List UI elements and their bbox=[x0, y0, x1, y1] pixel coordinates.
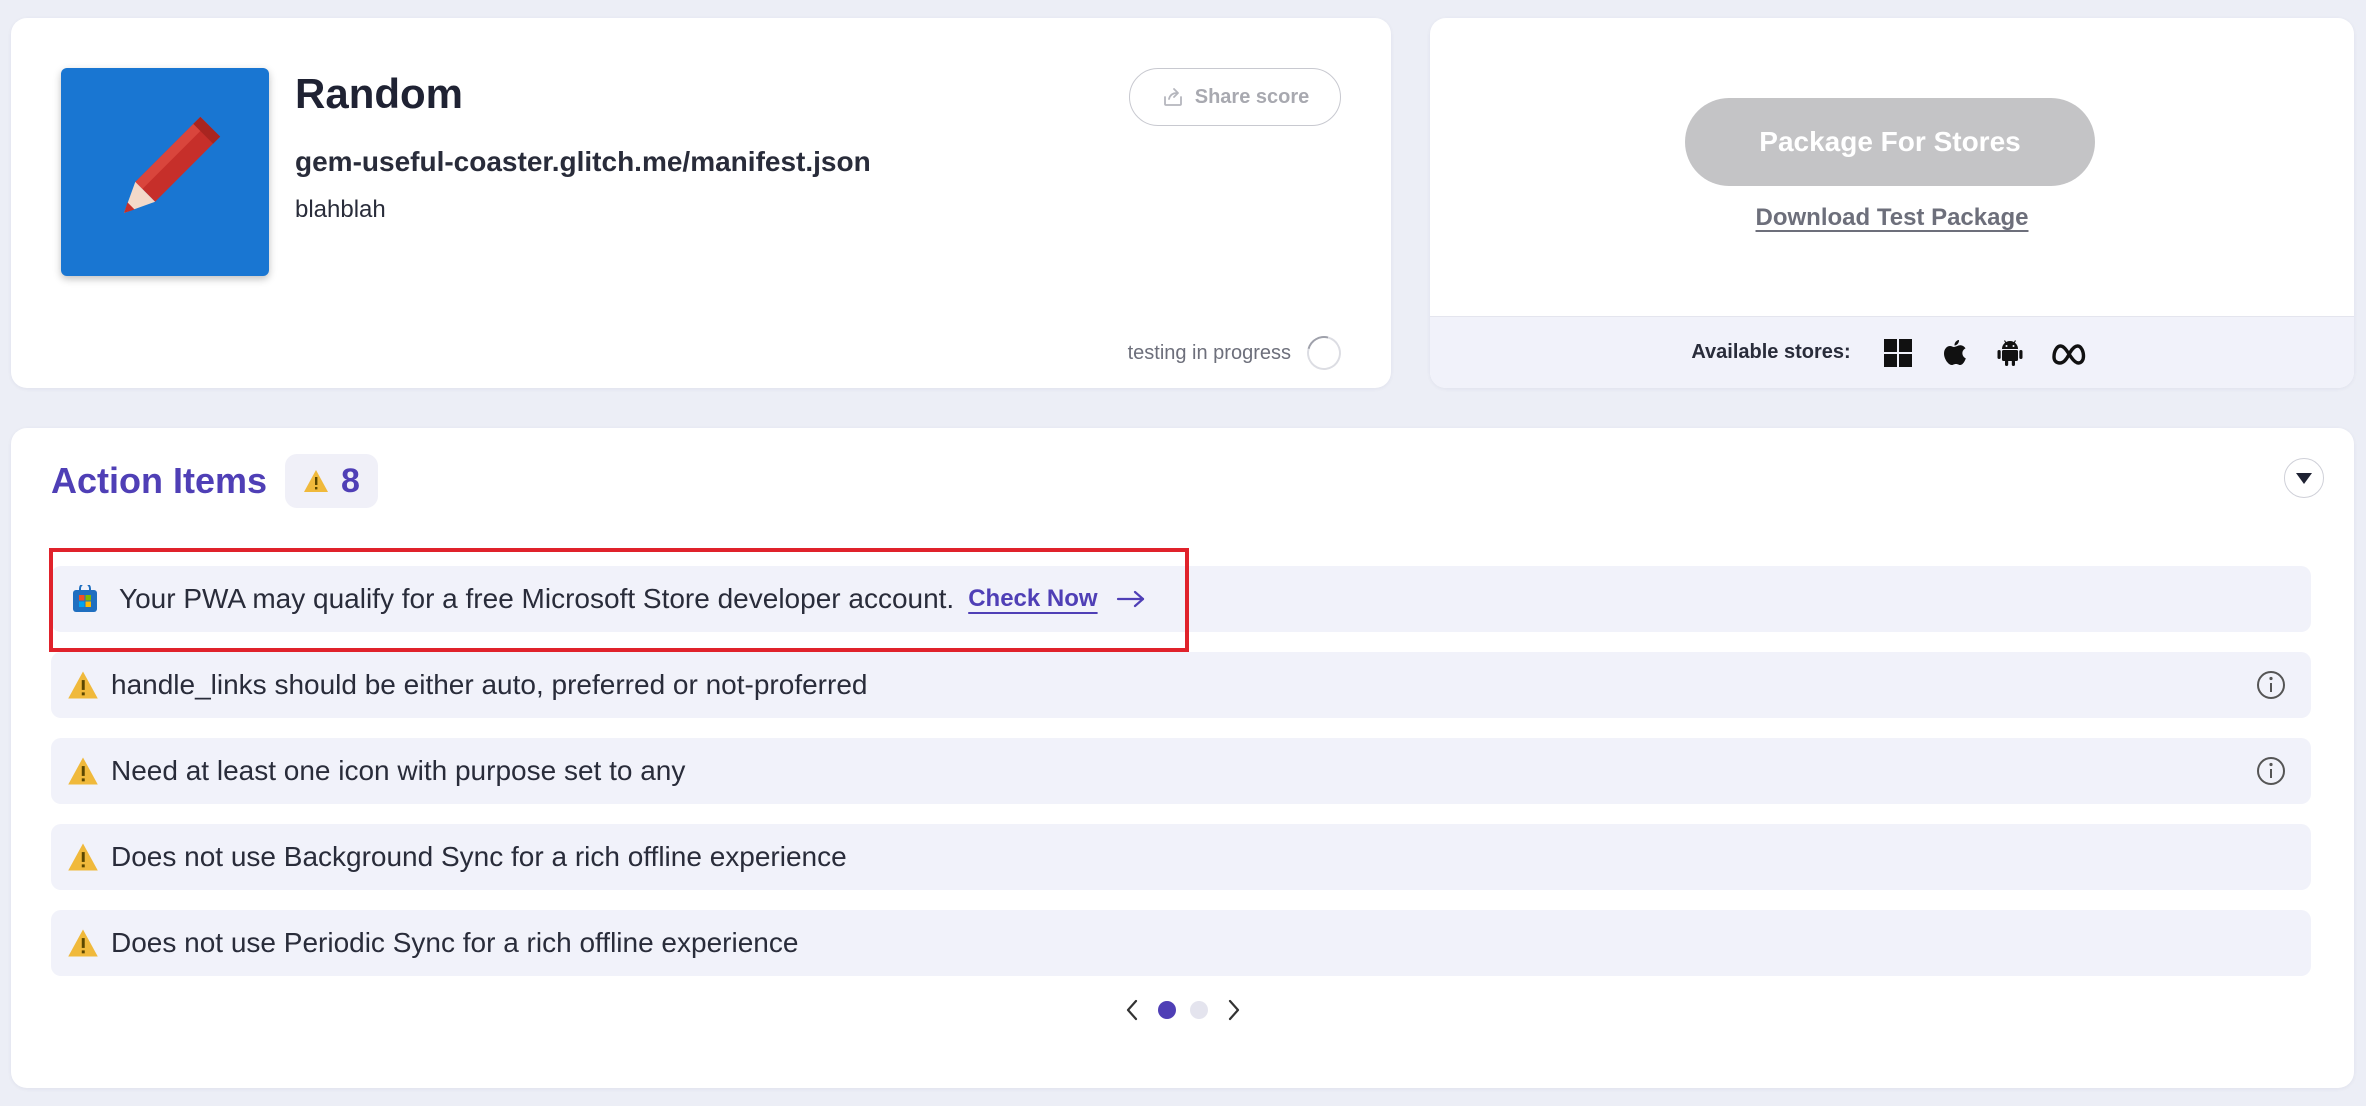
apple-icon bbox=[1937, 336, 1971, 370]
pencil-icon bbox=[123, 116, 221, 214]
action-item-row[interactable]: handle_links should be either auto, pref… bbox=[51, 652, 2311, 718]
pagination bbox=[11, 998, 2354, 1022]
ms-store-promo-row: Your PWA may qualify for a free Microsof… bbox=[51, 566, 2311, 632]
action-item-text: Does not use Periodic Sync for a rich of… bbox=[111, 927, 799, 958]
action-item-text: Need at least one icon with purpose set … bbox=[111, 755, 686, 786]
action-items-title: Action Items bbox=[51, 460, 268, 501]
action-item-row[interactable]: Does not use Periodic Sync for a rich of… bbox=[51, 910, 2311, 976]
share-icon bbox=[1163, 88, 1182, 106]
chevron-right-icon[interactable] bbox=[1222, 998, 1246, 1022]
warning-icon bbox=[304, 470, 329, 492]
action-item-text: Does not use Background Sync for a rich … bbox=[111, 841, 847, 872]
loading-spinner-icon bbox=[1300, 329, 1348, 377]
testing-status-text: testing in progress bbox=[1127, 341, 1291, 364]
page-dot-2[interactable] bbox=[1189, 1001, 1208, 1019]
action-item-row[interactable]: Need at least one icon with purpose set … bbox=[51, 738, 2311, 804]
info-icon[interactable] bbox=[2255, 755, 2287, 787]
package-for-stores-button[interactable]: Package For Stores bbox=[1685, 98, 2095, 186]
available-stores-label: Available stores: bbox=[1691, 341, 1851, 363]
meta-icon bbox=[2049, 336, 2093, 370]
app-icon bbox=[61, 68, 269, 276]
windows-icon bbox=[1881, 336, 1915, 370]
ms-store-promo-text: Your PWA may qualify for a free Microsof… bbox=[119, 583, 955, 614]
warning-icon bbox=[67, 756, 99, 786]
available-stores-bar: Available stores: bbox=[1430, 316, 2354, 388]
check-now-link[interactable]: Check Now bbox=[968, 585, 1097, 613]
warning-icon bbox=[67, 928, 99, 958]
app-description: blahblah bbox=[295, 196, 386, 223]
chevron-left-icon[interactable] bbox=[1120, 998, 1144, 1022]
action-item-row[interactable]: Does not use Background Sync for a rich … bbox=[51, 824, 2311, 890]
action-items-count: 8 bbox=[341, 461, 360, 500]
warning-icon bbox=[67, 842, 99, 872]
caret-down-icon bbox=[2296, 473, 2312, 484]
app-info-card: Random gem-useful-coaster.glitch.me/mani… bbox=[11, 18, 1391, 388]
testing-status: testing in progress bbox=[1127, 329, 1348, 377]
download-test-package-link[interactable]: Download Test Package bbox=[1756, 204, 2029, 231]
app-name: Random bbox=[295, 70, 463, 117]
microsoft-store-icon bbox=[71, 585, 99, 613]
android-icon bbox=[1993, 336, 2027, 370]
action-items-count-badge: 8 bbox=[285, 454, 378, 508]
collapse-toggle-button[interactable] bbox=[2284, 458, 2324, 498]
page-dot-1[interactable] bbox=[1157, 1001, 1176, 1019]
action-items-header: Action Items 8 bbox=[51, 454, 378, 508]
arrow-right-icon[interactable] bbox=[1116, 589, 1146, 609]
package-card: Package For Stores Download Test Package… bbox=[1430, 18, 2354, 388]
action-item-text: handle_links should be either auto, pref… bbox=[111, 669, 868, 700]
share-score-button[interactable]: Share score bbox=[1129, 68, 1341, 126]
warning-icon bbox=[67, 670, 99, 700]
manifest-url: gem-useful-coaster.glitch.me/manifest.js… bbox=[295, 146, 871, 177]
package-for-stores-label: Package For Stores bbox=[1759, 126, 2021, 157]
info-icon[interactable] bbox=[2255, 669, 2287, 701]
share-score-label: Share score bbox=[1194, 85, 1310, 108]
action-items-card: Action Items 8 Your PWA may qualify for … bbox=[11, 428, 2354, 1088]
